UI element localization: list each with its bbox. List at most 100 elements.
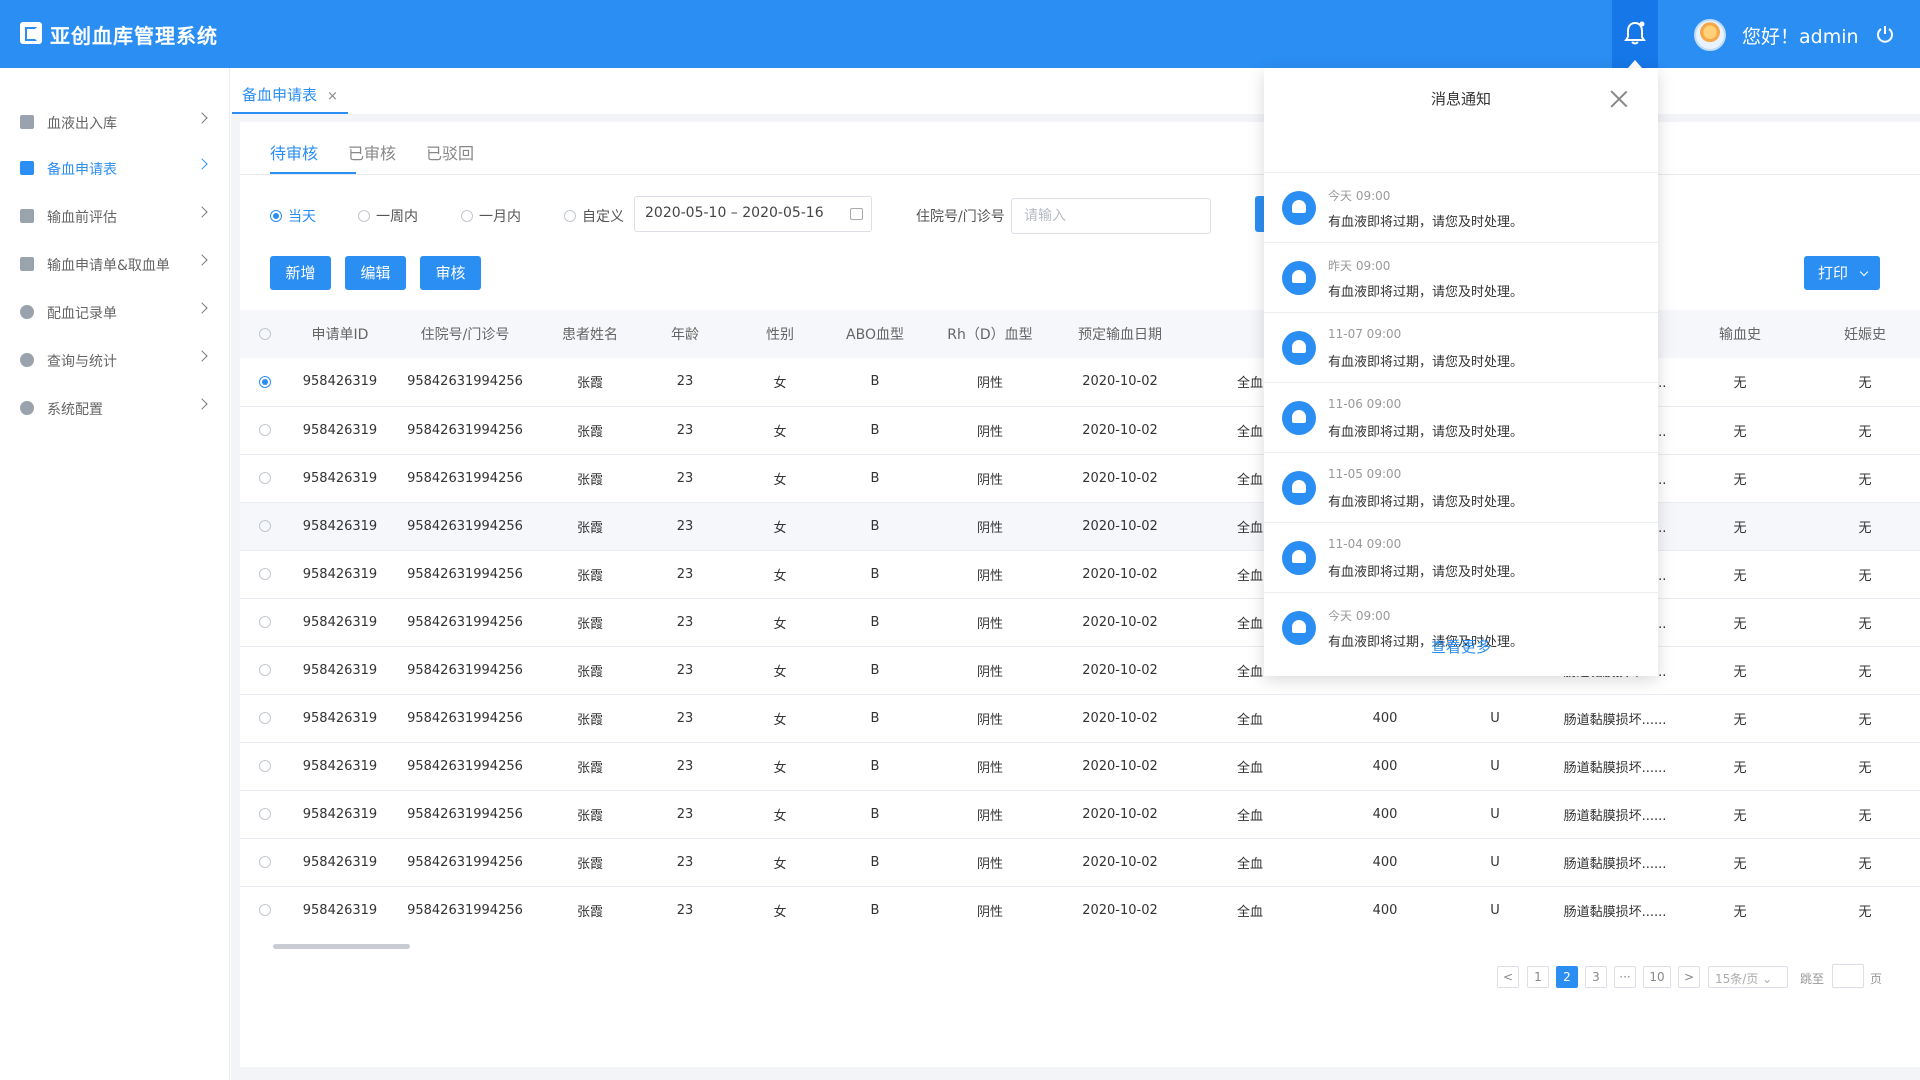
close-icon[interactable]: × — [327, 89, 338, 104]
table-cell: 阴性 — [920, 502, 1060, 551]
tab-approved[interactable]: 已审核 — [348, 140, 396, 164]
power-icon[interactable] — [1876, 25, 1894, 43]
row-select-radio[interactable] — [240, 358, 290, 407]
table-cell: 全血 — [1180, 886, 1320, 934]
table-cell: 无 — [1690, 358, 1790, 407]
horizontal-scrollbar[interactable] — [273, 944, 410, 949]
table-cell: 张霞 — [540, 886, 640, 934]
table-row[interactable]: 958426319 95842631994256 张霞 23 女 B 阴性 2020-10-0… — [240, 454, 1920, 503]
prev-page-button[interactable]: < — [1497, 966, 1519, 988]
table-cell: 阴性 — [920, 358, 1060, 407]
table-cell: 23 — [640, 838, 730, 887]
tab-blood-prep[interactable]: 备血申请表 × — [232, 84, 348, 114]
page-size-select[interactable]: 15条/页 ⌄ — [1708, 966, 1788, 988]
popup-caret — [1628, 60, 1642, 68]
table-cell: 肠道黏膜损坏...... — [1540, 694, 1690, 743]
table-row[interactable]: 958426319 95842631994256 张霞 23 女 B 阴性 2020-10-0… — [240, 550, 1920, 599]
table-cell: U — [1450, 694, 1540, 743]
table-cell: 女 — [730, 550, 830, 599]
sidebar-item-label: 输血申请单&取血单 — [47, 258, 170, 274]
page-1-button[interactable]: 1 — [1527, 966, 1549, 988]
sidebar-item-transfusion-form[interactable]: 输血申请单&取血单 — [0, 244, 230, 284]
close-icon[interactable] — [1608, 88, 1630, 110]
notification-item[interactable]: 今天 09:00 有血液即将过期，请您及时处理。 — [1264, 172, 1658, 242]
row-select-radio[interactable] — [240, 598, 290, 647]
table-cell: B — [830, 646, 920, 695]
row-select-radio[interactable] — [240, 454, 290, 503]
table-row[interactable]: 958426319 95842631994256 张霞 23 女 B 阴性 2020-10-0… — [240, 646, 1920, 695]
notification-bell-button[interactable] — [1612, 0, 1658, 68]
id-field-label: 住院号/门诊号 — [916, 209, 1005, 225]
page-suffix-label: 页 — [1870, 972, 1883, 986]
notification-item[interactable]: 11-04 09:00 有血液即将过期，请您及时处理。 — [1264, 522, 1658, 592]
blood-inout-icon — [20, 115, 34, 129]
sidebar-item-blood-inout[interactable]: 血液出入库 — [0, 102, 230, 142]
page-3-button[interactable]: 3 — [1585, 966, 1607, 988]
sidebar-item-stats[interactable]: 查询与统计 — [0, 340, 230, 380]
table-cell: 23 — [640, 454, 730, 503]
row-select-radio[interactable] — [240, 646, 290, 695]
next-page-button[interactable]: > — [1678, 966, 1700, 988]
table-row[interactable]: 958426319 95842631994256 张霞 23 女 B 阴性 2020-10-0… — [240, 598, 1920, 647]
tab-pending[interactable]: 待审核 — [270, 140, 318, 164]
date-range-picker[interactable]: 2020-05-10 – 2020-05-16 — [634, 196, 872, 232]
range-month-radio[interactable]: 一月内 — [461, 206, 521, 226]
row-select-radio[interactable] — [240, 406, 290, 455]
notification-item[interactable]: 11-06 09:00 有血液即将过期，请您及时处理。 — [1264, 382, 1658, 452]
table-row[interactable]: 958426319 95842631994256 张霞 23 女 B 阴性 2020-10-0… — [240, 742, 1920, 791]
jump-page-input[interactable] — [1832, 964, 1864, 988]
row-select-radio[interactable] — [240, 502, 290, 551]
range-custom-radio[interactable]: 自定义 — [564, 206, 624, 226]
select-all-radio[interactable] — [240, 310, 290, 358]
sidebar-item-settings[interactable]: 系统配置 — [0, 388, 230, 428]
page-ellipsis[interactable]: ··· — [1614, 966, 1636, 988]
checklist-icon — [20, 161, 34, 175]
notification-item[interactable]: 11-07 09:00 有血液即将过期，请您及时处理。 — [1264, 312, 1658, 382]
page-tabbar — [231, 68, 1920, 114]
sidebar-item-pre-evaluation[interactable]: 输血前评估 — [0, 196, 230, 236]
row-select-radio[interactable] — [240, 694, 290, 743]
notification-item[interactable]: 11-05 09:00 有血液即将过期，请您及时处理。 — [1264, 452, 1658, 522]
table-cell: 女 — [730, 454, 830, 503]
print-button[interactable]: 打印 — [1804, 256, 1880, 290]
view-more-link[interactable]: 查看更多 — [1264, 636, 1658, 657]
table-cell: 阴性 — [920, 598, 1060, 647]
table-row[interactable]: 958426319 95842631994256 张霞 23 女 B 阴性 2020-10-0… — [240, 358, 1920, 407]
table-row[interactable]: 958426319 95842631994256 张霞 23 女 B 阴性 2020-10-0… — [240, 694, 1920, 743]
table-cell: 张霞 — [540, 694, 640, 743]
table-cell: 无 — [1690, 886, 1790, 934]
table-row[interactable]: 958426319 95842631994256 张霞 23 女 B 阴性 2020-10-0… — [240, 838, 1920, 887]
row-select-radio[interactable] — [240, 742, 290, 791]
table-row[interactable]: 958426319 95842631994256 张霞 23 女 B 阴性 2020-10-0… — [240, 406, 1920, 455]
table-row[interactable]: 958426319 95842631994256 张霞 23 女 B 阴性 2020-10-0… — [240, 886, 1920, 934]
page-10-button[interactable]: 10 — [1643, 966, 1671, 988]
notification-item[interactable]: 昨天 09:00 有血液即将过期，请您及时处理。 — [1264, 242, 1658, 312]
table-cell: 肠道黏膜损坏...... — [1540, 790, 1690, 839]
avatar[interactable] — [1694, 19, 1726, 51]
evaluate-icon — [20, 209, 34, 223]
edit-button[interactable]: 编辑 — [345, 256, 406, 290]
range-today-radio[interactable]: 当天 — [270, 206, 316, 226]
range-week-radio[interactable]: 一周内 — [358, 206, 418, 226]
row-select-radio[interactable] — [240, 790, 290, 839]
page-2-button[interactable]: 2 — [1556, 966, 1578, 988]
table-cell: 无 — [1790, 502, 1920, 551]
tab-rejected[interactable]: 已驳回 — [426, 140, 474, 164]
sidebar-item-crossmatch[interactable]: 配血记录单 — [0, 292, 230, 332]
bell-icon — [1624, 21, 1646, 45]
row-select-radio[interactable] — [240, 838, 290, 887]
table-row[interactable]: 958426319 95842631994256 张霞 23 女 B 阴性 2020-10-0… — [240, 502, 1920, 551]
row-select-radio[interactable] — [240, 886, 290, 934]
user-greeting[interactable]: 您好！admin — [1742, 22, 1859, 49]
add-button[interactable]: 新增 — [270, 256, 331, 290]
row-select-radio[interactable] — [240, 550, 290, 599]
table-cell: 阴性 — [920, 406, 1060, 455]
table-row[interactable]: 958426319 95842631994256 张霞 23 女 B 阴性 2020-10-0… — [240, 790, 1920, 839]
table-cell: 2020-10-02 — [1060, 646, 1180, 695]
table-cell: 958426319 — [290, 646, 390, 695]
table-cell: 张霞 — [540, 742, 640, 791]
table-cell: 全血 — [1180, 838, 1320, 887]
sidebar-item-blood-prep[interactable]: 备血申请表 — [0, 148, 230, 188]
id-input[interactable] — [1011, 198, 1211, 234]
review-button[interactable]: 审核 — [420, 256, 481, 290]
